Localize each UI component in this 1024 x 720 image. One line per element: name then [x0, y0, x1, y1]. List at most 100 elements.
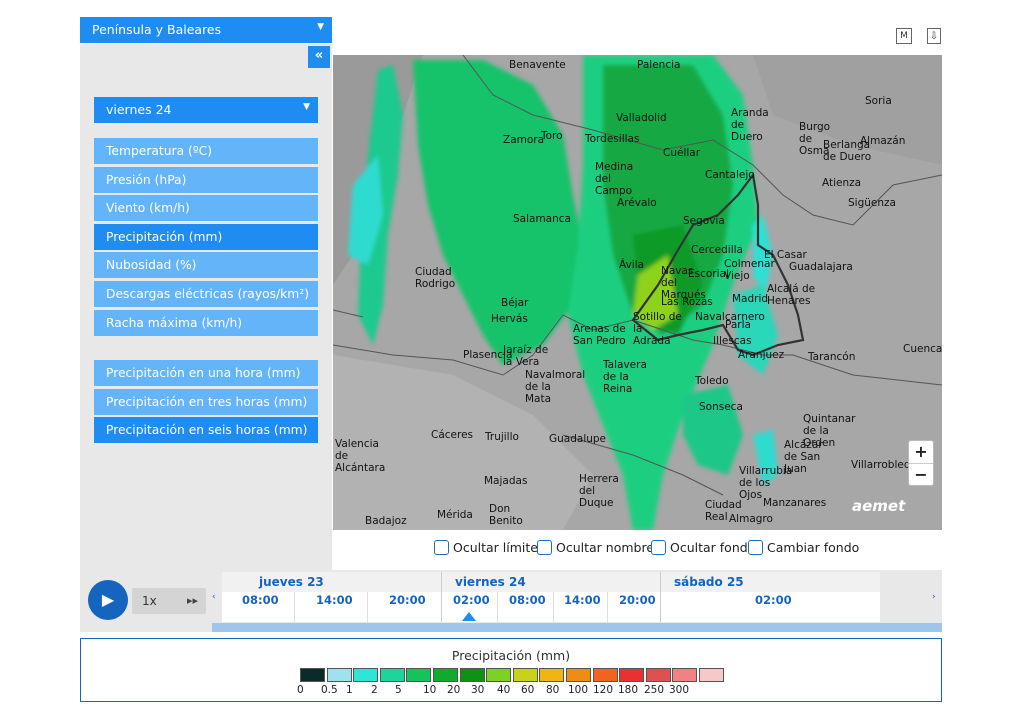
menu-item-viento[interactable]: Viento (km/h)	[94, 195, 318, 222]
aemet-logo: aemet	[852, 497, 906, 515]
legend-swatch	[486, 668, 512, 682]
menu-item-presion[interactable]: Presión (hPa)	[94, 166, 318, 193]
hour-slot[interactable]: 14:00	[316, 593, 353, 607]
menu-item-precip-3h[interactable]: Precipitación en tres horas (mm)	[94, 388, 318, 415]
legend-swatch	[406, 668, 432, 682]
legend-title: Precipitación (mm)	[451, 648, 571, 663]
checkbox[interactable]	[748, 540, 763, 555]
legend-label: 80	[546, 684, 560, 696]
legend-label: 60	[521, 684, 535, 696]
legend-label: 30	[471, 684, 485, 696]
menu-item-descargas[interactable]: Descargas eléctricas (rayos/km²)	[94, 280, 318, 307]
day-label[interactable]: viernes 24	[455, 575, 526, 589]
hour-slot[interactable]: 08:00	[509, 593, 546, 607]
city-label: Almagro	[729, 513, 773, 525]
timeline-prev-icon[interactable]: ‹	[212, 592, 216, 602]
region-select[interactable]: Península y Baleares ▼	[80, 17, 332, 43]
day-select-label: viernes 24	[106, 102, 172, 117]
timeline-days: jueves 23 viernes 24 sábado 25	[222, 572, 880, 592]
city-label: Aranjuez	[738, 349, 785, 361]
city-label: Manzanares	[763, 497, 827, 509]
checkbox[interactable]	[651, 540, 666, 555]
city-label: Madrid	[732, 293, 769, 305]
city-label: Colmenar Viejo	[724, 258, 775, 282]
checkbox[interactable]	[434, 540, 449, 555]
menu-item-nubosidad[interactable]: Nubosidad (%)	[94, 252, 318, 279]
legend-label: 250	[644, 684, 665, 696]
fast-forward-icon[interactable]: ▸▸	[187, 588, 198, 614]
hour-slot[interactable]: 08:00	[242, 593, 279, 607]
legend-swatch	[619, 668, 645, 682]
toggle-hide-limits[interactable]: Ocultar límites	[434, 540, 544, 555]
city-label: Hervás	[491, 313, 528, 325]
day-select[interactable]: viernes 24 ▼	[94, 97, 318, 123]
legend-swatch	[645, 668, 671, 682]
city-label: Zamora	[503, 134, 545, 146]
city-label: Villarrubia de los Ojos	[739, 465, 793, 501]
city-label: Almazán	[860, 135, 906, 147]
collapse-panel-button[interactable]: «	[308, 46, 330, 68]
hour-slot-selected[interactable]: 02:00	[453, 593, 490, 607]
city-label: Béjar	[501, 297, 529, 309]
legend-swatches	[300, 668, 726, 682]
city-label: Atienza	[822, 177, 862, 189]
toggle-label: Ocultar nombres	[556, 540, 661, 555]
city-label: Toro	[541, 130, 563, 142]
legend-label: 180	[618, 684, 639, 696]
download-icon[interactable]: ⇩	[927, 28, 941, 44]
menu-item-precip-1h[interactable]: Precipitación en una hora (mm)	[94, 360, 318, 386]
city-label: Medina del Campo	[595, 161, 634, 197]
current-time-marker[interactable]	[462, 612, 476, 621]
city-label: Sigüenza	[848, 197, 896, 209]
day-label[interactable]: sábado 25	[674, 575, 744, 589]
speed-control[interactable]: 1x ▸▸	[132, 588, 206, 614]
day-label[interactable]: jueves 23	[259, 575, 324, 589]
toggle-hide-background[interactable]: Ocultar fondo	[651, 540, 755, 555]
print-map-button[interactable]: M	[896, 28, 912, 44]
precipitation-map[interactable]: Benavente Palencia Soria Valladolid Aran…	[333, 55, 942, 530]
menu-item-temperatura[interactable]: Temperatura (ºC)	[94, 138, 318, 164]
city-label: Sotillo de la Adrada	[633, 311, 682, 347]
legend-swatch	[592, 668, 618, 682]
city-label: Palencia	[637, 59, 681, 71]
city-label: Cantalejo	[705, 169, 755, 181]
city-label: Tarancón	[808, 351, 856, 363]
precipitation-legend: Precipitación (mm) 0 0.5 1 2 5 10 20 30 40 60 80 10…	[80, 638, 942, 702]
zoom-out-button[interactable]: −	[909, 464, 933, 486]
checkbox[interactable]	[537, 540, 552, 555]
menu-item-precipitacion[interactable]: Precipitación (mm)	[94, 223, 318, 250]
hour-slot[interactable]: 14:00	[564, 593, 601, 607]
toggle-hide-names[interactable]: Ocultar nombres	[537, 540, 661, 555]
legend-swatch	[698, 668, 724, 682]
timeline-scrollbar[interactable]	[212, 623, 942, 632]
legend-swatch	[565, 668, 591, 682]
city-label: Cercedilla	[691, 244, 743, 256]
city-label: Valladolid	[616, 112, 667, 124]
menu-item-racha[interactable]: Racha máxima (km/h)	[94, 309, 318, 336]
legend-label: 100	[568, 684, 589, 696]
menu-item-precip-6h[interactable]: Precipitación en seis horas (mm)	[94, 417, 318, 444]
city-label: Trujillo	[485, 431, 519, 443]
city-label: Alcalá de Henares	[767, 283, 816, 307]
timeline-hours: 08:00 14:00 20:00 02:00 08:00 14:00 20:0…	[222, 592, 880, 622]
city-label: Parla	[725, 319, 751, 331]
city-label: Sonseca	[699, 401, 743, 413]
legend-swatch	[353, 668, 379, 682]
city-label: Salamanca	[513, 213, 571, 225]
city-label: Jaraíz de la Vera	[503, 344, 549, 368]
city-label: Toledo	[695, 375, 729, 387]
hour-slot[interactable]: 20:00	[619, 593, 656, 607]
legend-swatch	[539, 668, 565, 682]
timeline-next-icon[interactable]: ›	[932, 592, 936, 602]
city-label: Benavente	[509, 59, 566, 71]
city-label: Aranda de Duero	[731, 107, 769, 143]
hour-slot[interactable]: 20:00	[389, 593, 426, 607]
legend-label: 1	[346, 684, 353, 696]
toggle-change-background[interactable]: Cambiar fondo	[748, 540, 859, 555]
zoom-in-button[interactable]: +	[909, 441, 933, 463]
city-label: Escorial	[688, 268, 729, 280]
play-icon[interactable]: ▶	[88, 580, 128, 620]
legend-label: 40	[497, 684, 511, 696]
hour-slot[interactable]: 02:00	[755, 593, 792, 607]
city-label: Segovia	[683, 215, 725, 227]
